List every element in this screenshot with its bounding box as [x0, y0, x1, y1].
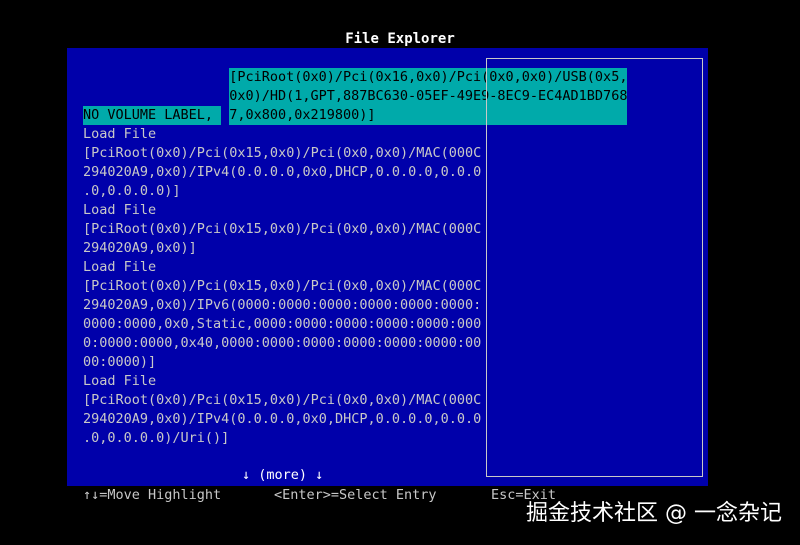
device-path-line: 294020A9,0x0)/IPv6(0000:0000:0000:0000:0… [83, 297, 482, 313]
device-path-line: 00:0000)] [83, 354, 157, 370]
entry-list: NO VOLUME LABEL, [PciRoot(0x0)/Pci(0x16,… [83, 68, 628, 448]
device-path-line: 294020A9,0x0)/IPv4(0.0.0.0,0x0,DHCP,0.0.… [83, 164, 482, 180]
entry-title: Load File [83, 126, 157, 142]
device-path-line: [PciRoot(0x0)/Pci(0x15,0x0)/Pci(0x0,0x0)… [83, 145, 482, 161]
move-highlight-hint: ↑↓=Move Highlight [83, 487, 222, 503]
more-entries-indicator: ↓ (more) ↓ [242, 467, 324, 483]
file-explorer-panel: NO VOLUME LABEL, [PciRoot(0x0)/Pci(0x16,… [67, 48, 708, 486]
device-path-line: .0,0.0.0.0)/Uri()] [83, 430, 230, 446]
file-entry-load-file-ipv6[interactable]: Load File [PciRoot(0x0)/Pci(0x15,0x0)/Pc… [83, 258, 483, 372]
device-path-line: 0000:0000,0x0,Static,0000:0000:0000:0000… [83, 316, 482, 332]
entry-title: Load File [83, 202, 157, 218]
entry-title: NO VOLUME LABEL, [83, 106, 222, 125]
window-title: File Explorer [345, 31, 455, 47]
help-text-box [486, 58, 703, 477]
device-path-line: 294020A9,0x0)/IPv4(0.0.0.0,0x0,DHCP,0.0.… [83, 411, 482, 427]
select-entry-hint: <Enter>=Select Entry [274, 487, 437, 503]
device-path-line: 0:0000:0000,0x40,0000:0000:0000:0000:000… [83, 335, 482, 351]
device-path-line: [PciRoot(0x0)/Pci(0x15,0x0)/Pci(0x0,0x0)… [83, 278, 482, 294]
file-entry-load-file-mac[interactable]: Load File [PciRoot(0x0)/Pci(0x15,0x0)/Pc… [83, 201, 483, 258]
file-entry-volume[interactable]: NO VOLUME LABEL, [PciRoot(0x0)/Pci(0x16,… [83, 68, 628, 125]
file-entry-load-file-ipv4[interactable]: Load File [PciRoot(0x0)/Pci(0x15,0x0)/Pc… [83, 125, 483, 201]
file-entry-load-file-ipv4-uri[interactable]: Load File [PciRoot(0x0)/Pci(0x15,0x0)/Pc… [83, 372, 483, 448]
watermark: 掘金技术社区 @ 一念杂记 [526, 501, 782, 526]
entry-title: Load File [83, 259, 157, 275]
device-path-line: [PciRoot(0x0)/Pci(0x15,0x0)/Pci(0x0,0x0)… [83, 221, 482, 237]
entry-title: Load File [83, 373, 157, 389]
device-path-line: .0,0.0.0.0)] [83, 183, 181, 199]
device-path-line: 294020A9,0x0)] [83, 240, 197, 256]
device-path-line: [PciRoot(0x0)/Pci(0x15,0x0)/Pci(0x0,0x0)… [83, 392, 482, 408]
